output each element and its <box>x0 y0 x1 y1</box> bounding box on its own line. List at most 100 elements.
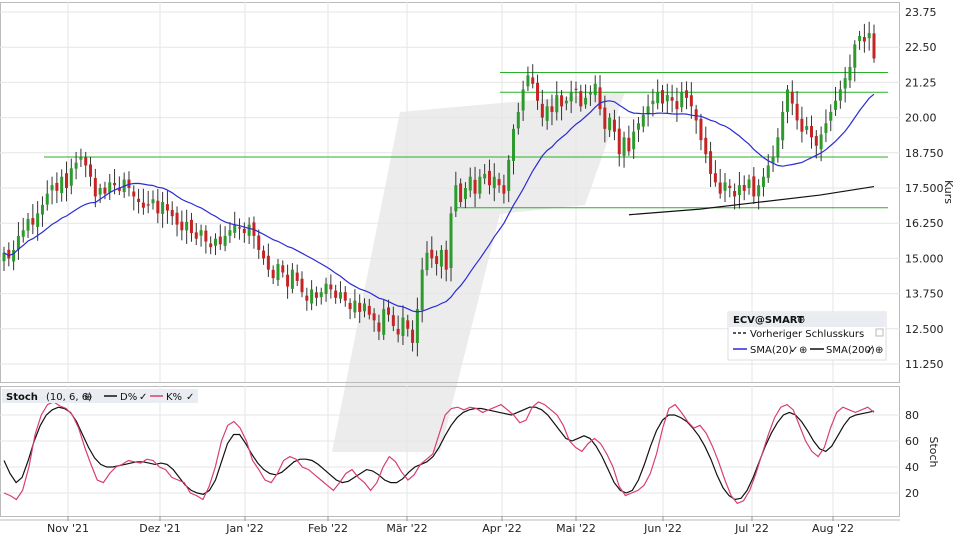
candle-body <box>415 309 419 343</box>
stoch-globe-icon[interactable]: ⊕ <box>84 392 92 403</box>
stoch-d-check-icon[interactable]: ✓ <box>139 392 147 403</box>
candle-body <box>348 302 352 310</box>
candle-body <box>367 305 371 315</box>
candle-body <box>362 303 366 312</box>
candle-body <box>564 100 568 104</box>
y-axis-label: Kurs <box>942 180 955 204</box>
candle-body <box>742 185 746 191</box>
chart-root: 23.75 22.50 21.25 20.00 18.750 17.500 16.250 15… <box>0 0 960 540</box>
candle-body <box>512 128 516 161</box>
candle-body <box>526 75 530 87</box>
candle-body <box>516 111 520 129</box>
x-tick-label: Aug '22 <box>812 522 854 535</box>
legend-sma20-globe-icon[interactable]: ⊕ <box>799 345 807 356</box>
candle-body <box>651 100 655 105</box>
candle-body <box>334 290 338 298</box>
candle-body <box>242 228 246 234</box>
candle-body <box>21 230 25 237</box>
candle-body <box>507 159 511 191</box>
candle-body <box>752 176 756 197</box>
candle-body <box>502 185 506 194</box>
candle-body <box>699 118 703 141</box>
candle-body <box>810 126 814 138</box>
candle-body <box>718 182 722 194</box>
candle-body <box>286 274 290 287</box>
candle-body <box>199 230 203 236</box>
candle-body <box>343 292 347 301</box>
candle-body <box>439 249 443 267</box>
candle-body <box>180 221 184 231</box>
candle-body <box>338 292 342 299</box>
candle-body <box>843 78 847 89</box>
x-tick-label: Jun '22 <box>643 522 682 535</box>
price-legend: ECV@SMART ⊕ Vorheriger Schlusskurs SMA(2… <box>727 311 887 361</box>
candle-body <box>483 173 487 179</box>
candle-body <box>805 126 809 130</box>
y-tick-label: 20 <box>905 487 919 500</box>
candle-body <box>733 190 737 197</box>
legend-sma20-check-icon[interactable]: ✓ <box>790 345 798 356</box>
candle-body <box>612 119 616 132</box>
candle-body <box>675 101 679 110</box>
candle-body <box>262 250 266 259</box>
stochastic-panel: 80 60 40 20 Stoch <box>0 386 940 517</box>
candle-body <box>689 95 693 107</box>
candle-body <box>761 176 765 187</box>
candle-body <box>387 307 391 315</box>
y-tick-label: 80 <box>905 409 919 422</box>
candle-body <box>247 224 251 236</box>
candle-body <box>411 329 415 343</box>
y-tick-label: 15.000 <box>905 252 944 265</box>
y-tick-label: 22.50 <box>905 41 937 54</box>
candle-body <box>319 292 323 298</box>
stoch-k-check-icon[interactable]: ✓ <box>186 392 194 403</box>
candle-body <box>795 103 799 121</box>
candle-body <box>233 224 237 233</box>
candle-body <box>785 89 789 112</box>
candle-body <box>266 255 270 270</box>
candle-body <box>627 137 631 152</box>
candle-body <box>636 123 640 130</box>
candle-body <box>536 82 540 101</box>
candle-body <box>74 162 78 169</box>
candle-body <box>79 157 83 160</box>
y-tick-label: 40 <box>905 461 919 474</box>
y-tick-label: 23.75 <box>905 6 937 19</box>
x-tick-label: Dez '21 <box>139 522 181 535</box>
candle-body <box>170 209 174 217</box>
candle-body <box>93 177 97 197</box>
stoch-legend: Stoch (10, 6, 6) ⊕ D% ✓ K% ✓ <box>2 389 198 403</box>
candle-body <box>617 128 621 155</box>
candle-body <box>800 118 804 132</box>
legend-sma200-check-icon[interactable]: ✓ <box>866 345 874 356</box>
candle-body <box>771 157 775 163</box>
candle-body <box>295 272 299 281</box>
candle-body <box>45 193 49 205</box>
candle-body <box>776 137 780 157</box>
x-tick-label: Apr '22 <box>482 522 522 535</box>
candle-body <box>103 187 107 194</box>
candle-body <box>492 176 496 189</box>
candle-body <box>137 198 141 203</box>
candle-body <box>531 77 535 84</box>
candle-body <box>156 200 160 214</box>
candle-body <box>425 252 429 271</box>
legend-prev-close-checkbox[interactable] <box>875 328 884 337</box>
legend-sma200-globe-icon[interactable]: ⊕ <box>875 345 883 356</box>
y-tick-label: 13.750 <box>905 288 944 301</box>
y-tick-label: 11.250 <box>905 358 944 371</box>
candle-body <box>694 109 698 121</box>
candle-body <box>194 232 198 239</box>
candle-body <box>281 265 285 273</box>
legend-globe-icon[interactable]: ⊕ <box>797 315 805 326</box>
candle-body <box>396 328 400 335</box>
candle-body <box>829 111 833 121</box>
candle-body <box>84 157 88 166</box>
candle-body <box>185 221 189 231</box>
candle-body <box>838 89 842 101</box>
candle-body <box>709 151 713 174</box>
candle-body <box>632 131 636 150</box>
candle-body <box>454 185 458 212</box>
watermark-logo <box>332 92 625 452</box>
x-axis: Nov '21 Dez '21 Jan '22 Feb '22 Mär '22 Apr '… <box>0 516 900 535</box>
